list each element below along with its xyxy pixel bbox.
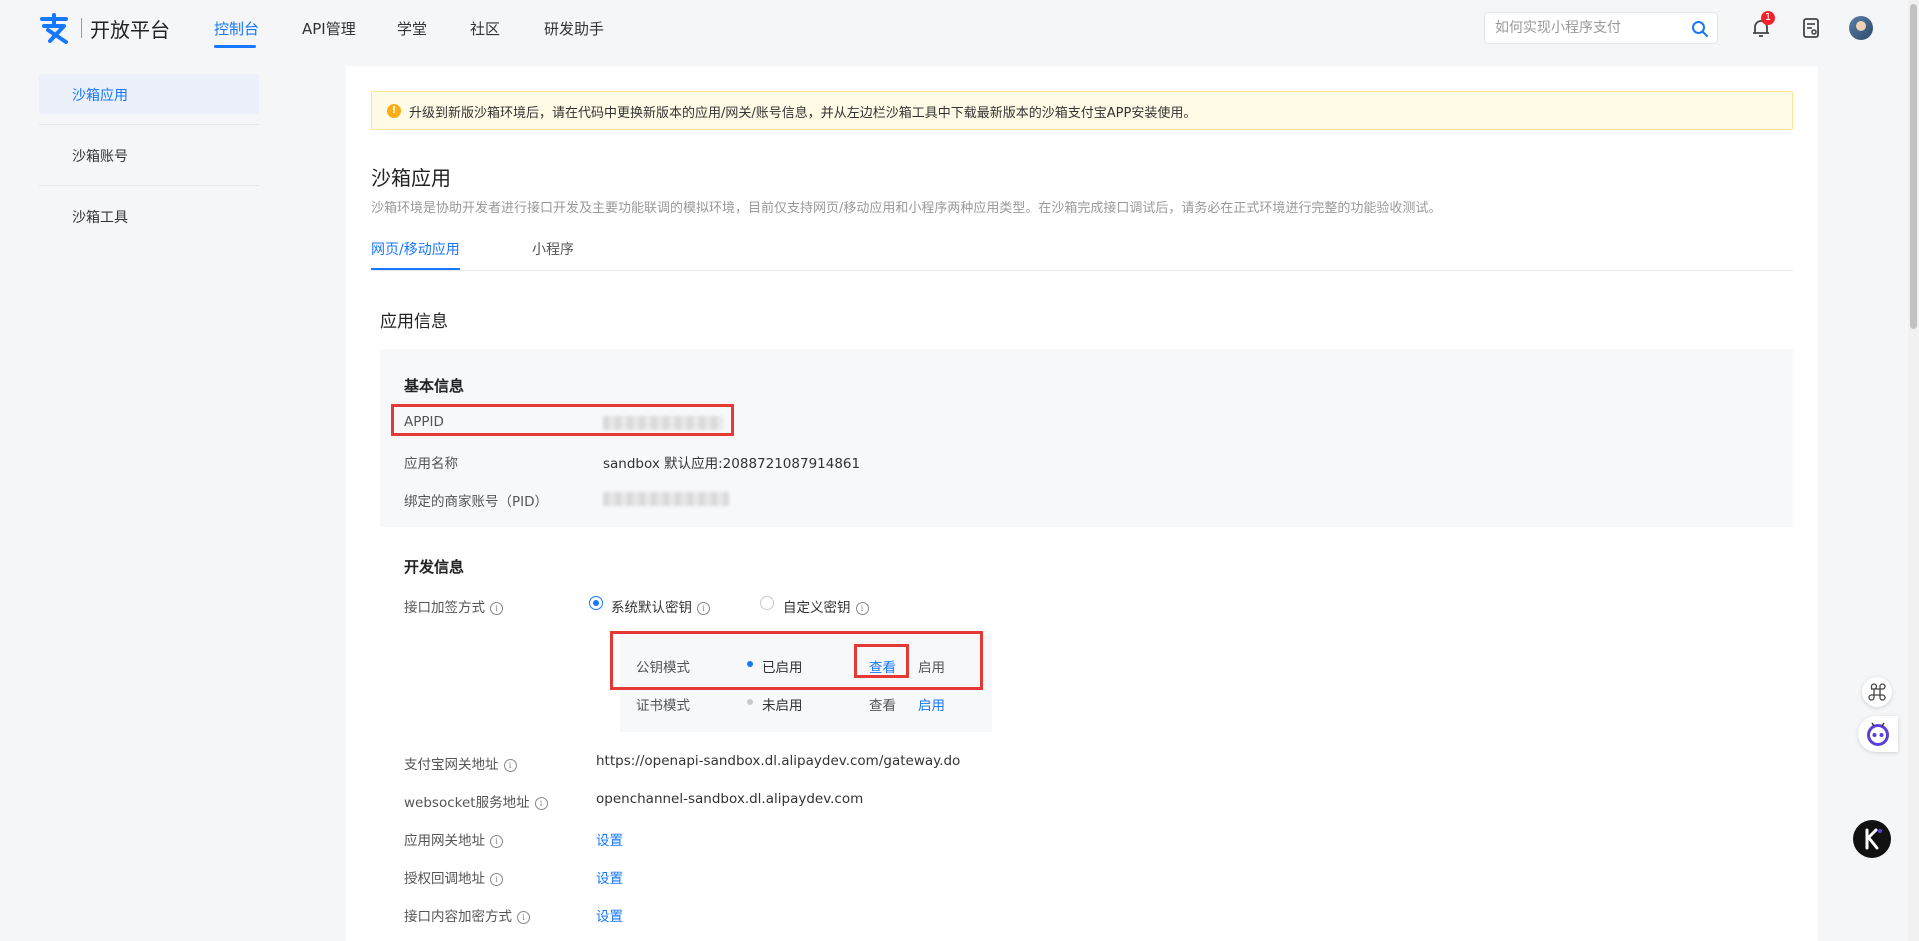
sidebar-item-sandbox-account[interactable]: 沙箱账号 <box>39 135 259 175</box>
search-input[interactable] <box>1495 20 1675 36</box>
app-name-value: sandbox 默认应用:2088721087914861 <box>603 456 861 472</box>
nav-api-management[interactable]: API管理 <box>302 18 356 39</box>
shortcut-command-button[interactable] <box>1862 677 1892 707</box>
notification-badge: 1 <box>1761 11 1775 25</box>
tab-active-indicator <box>371 268 460 270</box>
page-scrollbar[interactable] <box>1908 0 1919 941</box>
info-icon[interactable]: i <box>490 602 503 615</box>
tab-divider <box>371 270 1793 271</box>
page-description: 沙箱环境是协助开发者进行接口开发及主要功能联调的模拟环境，目前仅支持网页/移动应… <box>371 201 1442 216</box>
alipay-gateway-value: https://openapi-sandbox.dl.alipaydev.com… <box>596 753 961 769</box>
sign-method-label: 接口加签方式 i <box>404 596 503 616</box>
nav-academy[interactable]: 学堂 <box>397 18 427 39</box>
warning-icon: ! <box>387 104 401 118</box>
brand-title[interactable]: 开放平台 <box>90 14 170 43</box>
nav-console[interactable]: 控制台 <box>214 18 259 39</box>
nav-community[interactable]: 社区 <box>470 18 500 39</box>
logo-divider <box>81 18 82 38</box>
nav-active-indicator <box>214 45 256 48</box>
sidebar-item-label: 沙箱应用 <box>72 88 128 104</box>
websocket-value: openchannel-sandbox.dl.alipaydev.com <box>596 791 864 807</box>
search-box[interactable] <box>1484 12 1718 44</box>
sidebar-item-label: 沙箱账号 <box>72 149 128 165</box>
app-name-label: 应用名称 <box>404 456 458 472</box>
command-icon <box>1868 683 1886 701</box>
status-dot-disabled <box>747 699 753 705</box>
search-icon[interactable] <box>1691 20 1709 38</box>
sign-method-text: 接口加签方式 <box>404 600 485 616</box>
notice-text: 升级到新版沙箱环境后，请在代码中更换新版本的应用/网关/账号信息，并从左边栏沙箱… <box>409 106 1197 121</box>
app-gateway-set-link[interactable]: 设置 <box>596 829 623 849</box>
alipay-gateway-label: 支付宝网关地址 i <box>404 753 517 773</box>
sidebar-item-sandbox-tools[interactable]: 沙箱工具 <box>39 196 259 236</box>
encrypt-method-set-link[interactable]: 设置 <box>596 905 623 925</box>
info-icon[interactable]: i <box>503 759 517 772</box>
upgrade-notice-banner: ! 升级到新版沙箱环境后，请在代码中更换新版本的应用/网关/账号信息，并从左边栏… <box>371 91 1793 130</box>
sidebar-item-sandbox-app[interactable]: 沙箱应用 <box>39 74 259 114</box>
encrypt-method-label: 接口内容加密方式 i <box>404 905 530 925</box>
basic-info-title: 基本信息 <box>404 377 465 395</box>
view-link-highlight-box <box>854 644 909 678</box>
cert-view-link[interactable]: 查看 <box>869 694 896 714</box>
user-avatar[interactable] <box>1849 16 1873 40</box>
info-icon[interactable]: i <box>697 602 710 615</box>
ai-assistant-button[interactable] <box>1858 716 1898 752</box>
tab-mini-program[interactable]: 小程序 <box>532 239 574 259</box>
radio-default-key-text: 系统默认密钥 <box>611 600 692 616</box>
info-icon[interactable]: i <box>490 835 503 848</box>
page-title: 沙箱应用 <box>371 166 451 190</box>
sidebar-divider <box>39 185 259 186</box>
radio-custom-key-label[interactable]: 自定义密钥 i <box>783 596 869 616</box>
info-icon[interactable]: i <box>517 911 530 924</box>
auth-callback-text: 授权回调地址 <box>404 871 485 887</box>
sidebar-divider <box>39 124 259 125</box>
basic-info-panel <box>380 349 1793 527</box>
nav-dev-assistant[interactable]: 研发助手 <box>544 18 604 39</box>
info-icon[interactable]: i <box>534 797 548 810</box>
public-key-mode-highlight-box <box>610 631 983 690</box>
radio-custom-key-text: 自定义密钥 <box>783 600 851 616</box>
sidebar-item-label: 沙箱工具 <box>72 210 128 226</box>
k-logo-icon <box>1865 828 1882 850</box>
websocket-text: websocket服务地址 <box>404 795 530 811</box>
alipay-gateway-text: 支付宝网关地址 <box>404 757 499 773</box>
top-header: 开放平台 控制台 API管理 学堂 社区 研发助手 1 <box>0 0 1919 56</box>
cert-mode-status: 未启用 <box>762 698 803 714</box>
dev-info-title: 开发信息 <box>404 558 465 576</box>
document-icon[interactable] <box>1799 16 1823 40</box>
scrollbar-thumb[interactable] <box>1910 4 1917 329</box>
info-icon[interactable]: i <box>855 602 869 615</box>
radio-default-key[interactable] <box>589 596 603 610</box>
auth-callback-label: 授权回调地址 i <box>404 867 503 887</box>
info-icon[interactable]: i <box>490 873 503 886</box>
robot-icon <box>1867 722 1889 746</box>
appid-highlight-box <box>391 404 734 436</box>
pid-value-redacted <box>603 492 729 506</box>
websocket-label: websocket服务地址 i <box>404 791 548 811</box>
radio-custom-key[interactable] <box>760 596 774 610</box>
cert-mode-label: 证书模式 <box>636 698 690 714</box>
app-gateway-label: 应用网关地址 i <box>404 829 503 849</box>
app-info-title: 应用信息 <box>380 312 448 332</box>
encrypt-method-text: 接口内容加密方式 <box>404 909 512 925</box>
auth-callback-set-link[interactable]: 设置 <box>596 867 623 887</box>
tab-web-mobile-app[interactable]: 网页/移动应用 <box>371 239 460 259</box>
radio-default-key-label[interactable]: 系统默认密钥 i <box>611 596 710 616</box>
k-assistant-button[interactable] <box>1853 820 1891 858</box>
pid-label: 绑定的商家账号（PID） <box>404 494 549 510</box>
alipay-logo-icon[interactable] <box>38 12 72 44</box>
app-gateway-text: 应用网关地址 <box>404 833 485 849</box>
cert-enable-link[interactable]: 启用 <box>918 694 945 714</box>
